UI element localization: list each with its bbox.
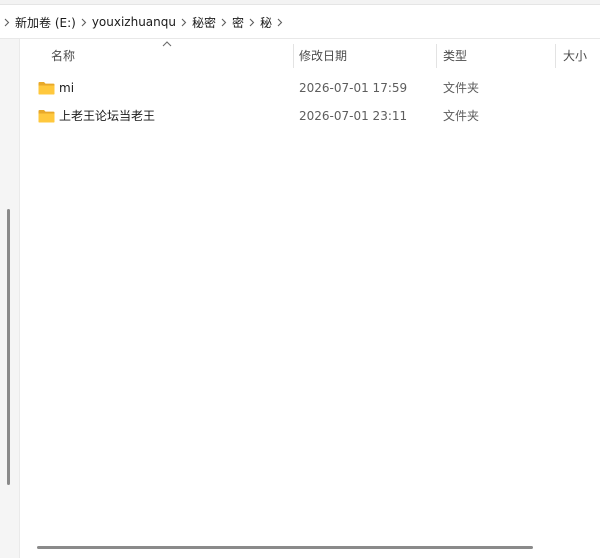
folder-icon (38, 110, 55, 123)
file-name: mi (59, 81, 75, 95)
column-resize-handle[interactable] (436, 44, 437, 68)
column-header-date[interactable]: 修改日期 (299, 40, 347, 72)
column-resize-handle[interactable] (555, 44, 556, 68)
folder-icon (38, 82, 55, 95)
chevron-right-icon[interactable] (77, 18, 91, 27)
column-header-size[interactable]: 大小 (563, 40, 587, 72)
horizontal-scroll-area (20, 538, 600, 558)
file-date: 2026-07-01 17:59 (299, 81, 408, 95)
navigation-scrollbar[interactable] (7, 209, 10, 485)
breadcrumb-item-mi[interactable]: 密 (231, 14, 245, 31)
column-header-type[interactable]: 类型 (443, 40, 467, 72)
divider (0, 38, 600, 39)
breadcrumb-item-current[interactable]: 秘 (259, 14, 273, 31)
breadcrumb: 新加卷 (E:) youxizhuanqu 秘密 密 秘 (0, 7, 600, 37)
sort-ascending-icon (162, 41, 172, 47)
chevron-right-icon[interactable] (217, 18, 231, 27)
chevron-right-icon[interactable] (177, 18, 191, 27)
breadcrumb-item-drive[interactable]: 新加卷 (E:) (14, 14, 77, 31)
file-date: 2026-07-01 23:11 (299, 109, 408, 123)
column-header: 名称 修改日期 类型 大小 (20, 40, 600, 72)
file-type: 文件夹 (443, 109, 480, 123)
chevron-right-icon[interactable] (245, 18, 259, 27)
navigation-pane (0, 39, 20, 558)
chevron-right-icon[interactable] (273, 18, 287, 27)
table-row[interactable]: 上老王论坛当老王 2026-07-01 23:11 文件夹 (20, 102, 600, 130)
file-type: 文件夹 (443, 81, 480, 95)
file-name: 上老王论坛当老王 (59, 109, 156, 123)
file-name-cell[interactable]: 上老王论坛当老王 (38, 102, 155, 130)
table-row[interactable]: mi 2026-07-01 17:59 文件夹 (20, 74, 600, 102)
file-list: mi 2026-07-01 17:59 文件夹 上老王论坛当老王 2026-07… (20, 74, 600, 130)
file-name-cell[interactable]: mi (38, 74, 74, 102)
file-explorer-window: 新加卷 (E:) youxizhuanqu 秘密 密 秘 名称 修改日期 类型 … (0, 0, 600, 558)
breadcrumb-item-youxizhuanqu[interactable]: youxizhuanqu (91, 15, 177, 29)
column-header-name[interactable]: 名称 (51, 40, 75, 72)
horizontal-scrollbar[interactable] (37, 546, 533, 549)
toolbar-edge (0, 0, 600, 5)
chevron-right-icon[interactable] (0, 18, 14, 27)
breadcrumb-item-mimi[interactable]: 秘密 (191, 14, 217, 31)
column-resize-handle[interactable] (293, 44, 294, 68)
